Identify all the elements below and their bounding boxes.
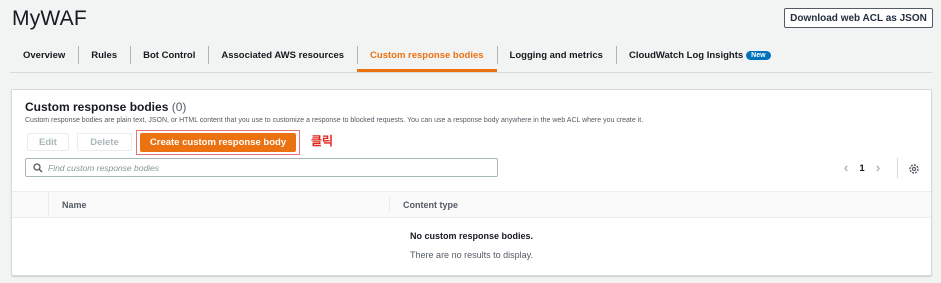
create-custom-response-body-button[interactable]: Create custom response body [140, 133, 296, 152]
table-header: Name Content type [12, 191, 931, 218]
empty-state-title: No custom response bodies. [409, 231, 534, 241]
chevron-right-icon[interactable]: › [872, 161, 884, 175]
tab-custom-response-bodies[interactable]: Custom response bodies [357, 40, 497, 72]
page-number[interactable]: 1 [852, 163, 872, 174]
search-icon [32, 162, 44, 174]
tab-overview[interactable]: Overview [10, 40, 78, 70]
tab-logging-and-metrics[interactable]: Logging and metrics [496, 40, 616, 70]
tab-rules[interactable]: Rules [78, 40, 130, 70]
download-web-acl-button[interactable]: Download web ACL as JSON [784, 8, 933, 28]
page-title: MyWAF [12, 7, 87, 30]
panel-title-text: Custom response bodies [25, 100, 169, 114]
tab-cloudwatch-log-insights[interactable]: CloudWatch Log Insights New [615, 40, 784, 70]
tab-label: CloudWatch Log Insights [628, 49, 744, 61]
tab-associated-aws-resources[interactable]: Associated AWS resources [208, 40, 357, 70]
tab-label: Rules [91, 49, 118, 61]
empty-state-subtitle: There are no results to display. [410, 250, 533, 260]
page-header: MyWAF Download web ACL as JSON Overview … [0, 0, 941, 92]
edit-button[interactable]: Edit [27, 133, 69, 151]
search-input[interactable]: Find custom response bodies [25, 158, 498, 177]
chevron-left-icon[interactable]: ‹ [840, 161, 852, 175]
column-header-name[interactable]: Name [62, 200, 87, 210]
column-divider [389, 197, 390, 212]
tab-label: Associated AWS resources [221, 49, 345, 61]
tab-label: Custom response bodies [370, 49, 484, 61]
panel-description: Custom response bodies are plain text, J… [25, 117, 644, 124]
tabs-divider [10, 72, 932, 73]
delete-button[interactable]: Delete [77, 133, 132, 151]
column-header-content-type[interactable]: Content type [403, 200, 458, 210]
tab-label: Overview [23, 49, 66, 61]
tab-bar: Overview Rules Bot Control Associated AW… [10, 40, 784, 72]
pager-divider [897, 158, 898, 178]
panel-count: (0) [171, 100, 187, 114]
custom-response-bodies-panel: Custom response bodies (0) Custom respon… [11, 89, 932, 276]
panel-title: Custom response bodies (0) [25, 100, 186, 114]
tab-bot-control[interactable]: Bot Control [130, 40, 208, 70]
tab-label: Logging and metrics [509, 49, 603, 61]
search-placeholder: Find custom response bodies [48, 162, 160, 173]
select-column-header [12, 192, 49, 217]
gear-icon[interactable] [908, 162, 920, 174]
new-badge: New [746, 50, 771, 60]
tab-label: Bot Control [143, 49, 196, 61]
pagination: ‹ 1 › [840, 161, 884, 175]
click-annotation: 클릭 [311, 134, 334, 148]
